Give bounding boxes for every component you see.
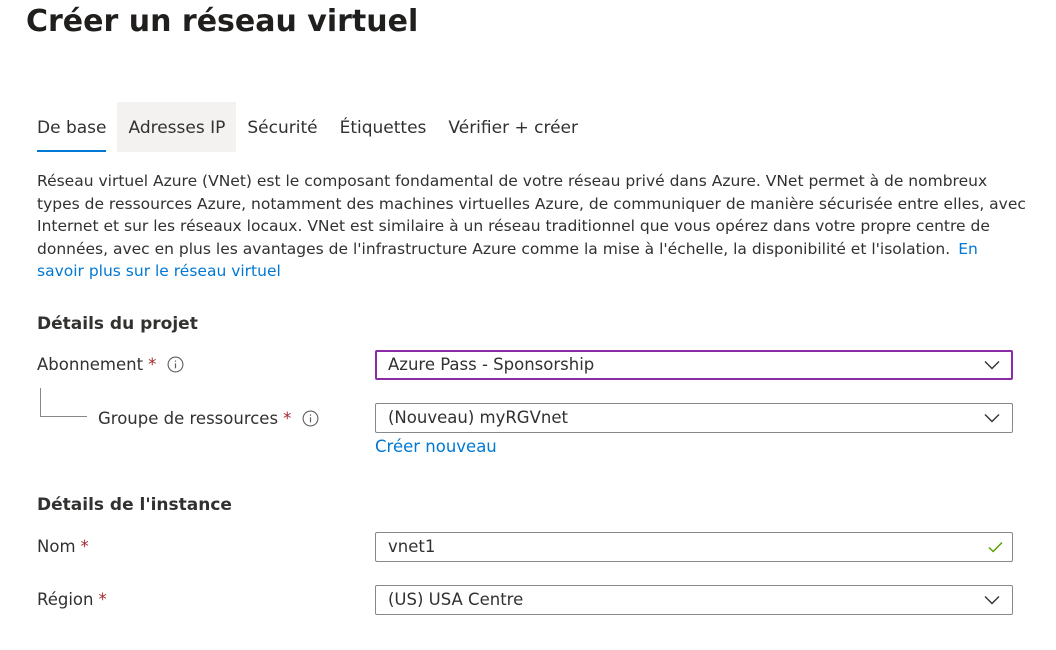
info-icon[interactable]	[302, 410, 319, 427]
subscription-label-group: Abonnement *	[37, 355, 184, 374]
chevron-down-icon	[984, 361, 1000, 370]
region-dropdown[interactable]: (US) USA Centre	[375, 585, 1013, 615]
subscription-label: Abonnement	[37, 355, 144, 374]
region-label-group: Région *	[37, 590, 107, 609]
checkmark-icon	[988, 541, 1003, 553]
name-label: Nom	[37, 537, 76, 556]
subscription-value: Azure Pass - Sponsorship	[388, 355, 595, 374]
resource-group-dropdown[interactable]: (Nouveau) myRGVnet	[375, 403, 1013, 433]
tab-security[interactable]: Sécurité	[236, 102, 328, 152]
chevron-down-icon	[984, 414, 1000, 423]
tab-basics[interactable]: De base	[26, 102, 117, 152]
name-value: vnet1	[388, 537, 436, 556]
subscription-dropdown[interactable]: Azure Pass - Sponsorship	[375, 350, 1013, 380]
name-label-group: Nom *	[37, 537, 89, 556]
instance-details-heading: Détails de l'instance	[37, 495, 232, 515]
description-text: Réseau virtuel Azure (VNet) est le compo…	[37, 172, 1026, 258]
chevron-down-icon	[984, 596, 1000, 605]
required-marker: *	[98, 590, 107, 609]
tree-connector	[40, 388, 87, 417]
resource-group-value: (Nouveau) myRGVnet	[388, 408, 568, 427]
required-marker: *	[283, 409, 292, 428]
tab-review-create[interactable]: Vérifier + créer	[437, 102, 589, 152]
project-details-heading: Détails du projet	[37, 314, 198, 334]
tab-bar: De base Adresses IP Sécurité Étiquettes …	[26, 102, 589, 152]
region-label: Région	[37, 590, 94, 609]
resource-group-label-group: Groupe de ressources *	[98, 409, 319, 428]
required-marker: *	[148, 355, 157, 374]
resource-group-label: Groupe de ressources	[98, 409, 279, 428]
required-marker: *	[80, 537, 89, 556]
page-title: Créer un réseau virtuel	[26, 4, 419, 39]
region-value: (US) USA Centre	[388, 590, 524, 609]
tab-ip-addresses[interactable]: Adresses IP	[117, 102, 237, 152]
create-new-link[interactable]: Créer nouveau	[375, 437, 497, 456]
tab-tags[interactable]: Étiquettes	[329, 102, 438, 152]
name-input[interactable]: vnet1	[375, 532, 1013, 562]
description: Réseau virtuel Azure (VNet) est le compo…	[37, 170, 1027, 283]
info-icon[interactable]	[167, 356, 184, 373]
